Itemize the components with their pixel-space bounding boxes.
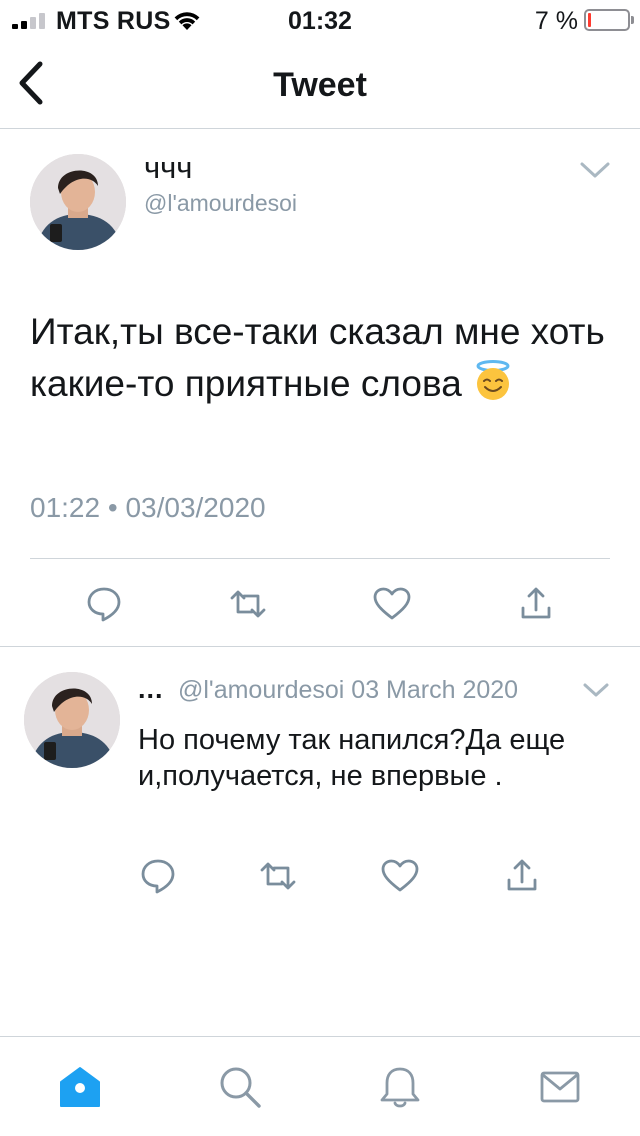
reply-text: Но почему так напился?Да еще и,получаетс… [138, 724, 566, 792]
tab-bar [0, 1036, 640, 1136]
tweet-timestamp: 01:22 • 03/03/2020 [30, 492, 266, 524]
author-handle[interactable]: @l'amourdesoi [144, 190, 297, 217]
share-icon [521, 587, 551, 619]
tweet-date: 03/03/2020 [125, 492, 266, 523]
reply-button[interactable] [138, 856, 178, 896]
tweet-text: Итак,ты все-таки сказал мне хоть какие-т… [30, 306, 620, 410]
share-icon [507, 859, 537, 891]
battery-level [588, 13, 591, 27]
profile-photo-icon [24, 672, 120, 768]
author-name[interactable]: ччч [144, 150, 192, 186]
avatar[interactable] [30, 154, 126, 250]
reply-date: 03 March 2020 [351, 676, 519, 704]
retweet-icon [260, 862, 296, 890]
like-button[interactable] [372, 584, 412, 624]
divider [30, 558, 610, 559]
like-icon [373, 587, 411, 620]
like-icon [381, 859, 419, 892]
meta-separator: • [107, 492, 118, 523]
chevron-down-icon[interactable] [582, 680, 610, 700]
tab-notifications[interactable] [378, 1065, 422, 1109]
section-divider [0, 646, 640, 647]
tab-search[interactable] [218, 1065, 262, 1109]
retweet-icon [230, 590, 266, 618]
page-title: Tweet [273, 66, 367, 104]
share-button[interactable] [502, 856, 542, 896]
tweet-time: 01:22 [30, 492, 101, 523]
chevron-down-icon[interactable] [578, 158, 612, 182]
smiling-face-with-halo-icon [476, 360, 510, 400]
tab-messages[interactable] [538, 1065, 582, 1109]
messages-icon [540, 1071, 580, 1103]
retweet-button[interactable] [228, 584, 268, 624]
reply-author-handle[interactable]: @l'amourdesoi [178, 676, 344, 704]
battery-percentage: 7 % [534, 7, 578, 35]
search-icon [220, 1067, 261, 1108]
navigation-bar: Tweet [0, 40, 640, 129]
notifications-icon [380, 1067, 420, 1108]
battery-icon [584, 9, 634, 31]
reply-button[interactable] [84, 584, 124, 624]
reply-author-name[interactable]: ... [138, 674, 164, 705]
tweet-text-body: Итак,ты все-таки сказал мне хоть какие-т… [30, 311, 605, 404]
reply-avatar[interactable] [24, 672, 120, 768]
status-bar: MTS RUS 01:32 7 % [0, 0, 640, 40]
reply-icon [87, 587, 121, 622]
like-button[interactable] [380, 856, 420, 896]
reply-icon [141, 859, 175, 894]
tab-home[interactable] [58, 1065, 102, 1109]
home-icon [60, 1067, 100, 1107]
share-button[interactable] [516, 584, 556, 624]
reply-handle-date: @l'amourdesoi 03 March 2020 [178, 676, 518, 705]
profile-photo-icon [30, 154, 126, 250]
retweet-button[interactable] [258, 856, 298, 896]
